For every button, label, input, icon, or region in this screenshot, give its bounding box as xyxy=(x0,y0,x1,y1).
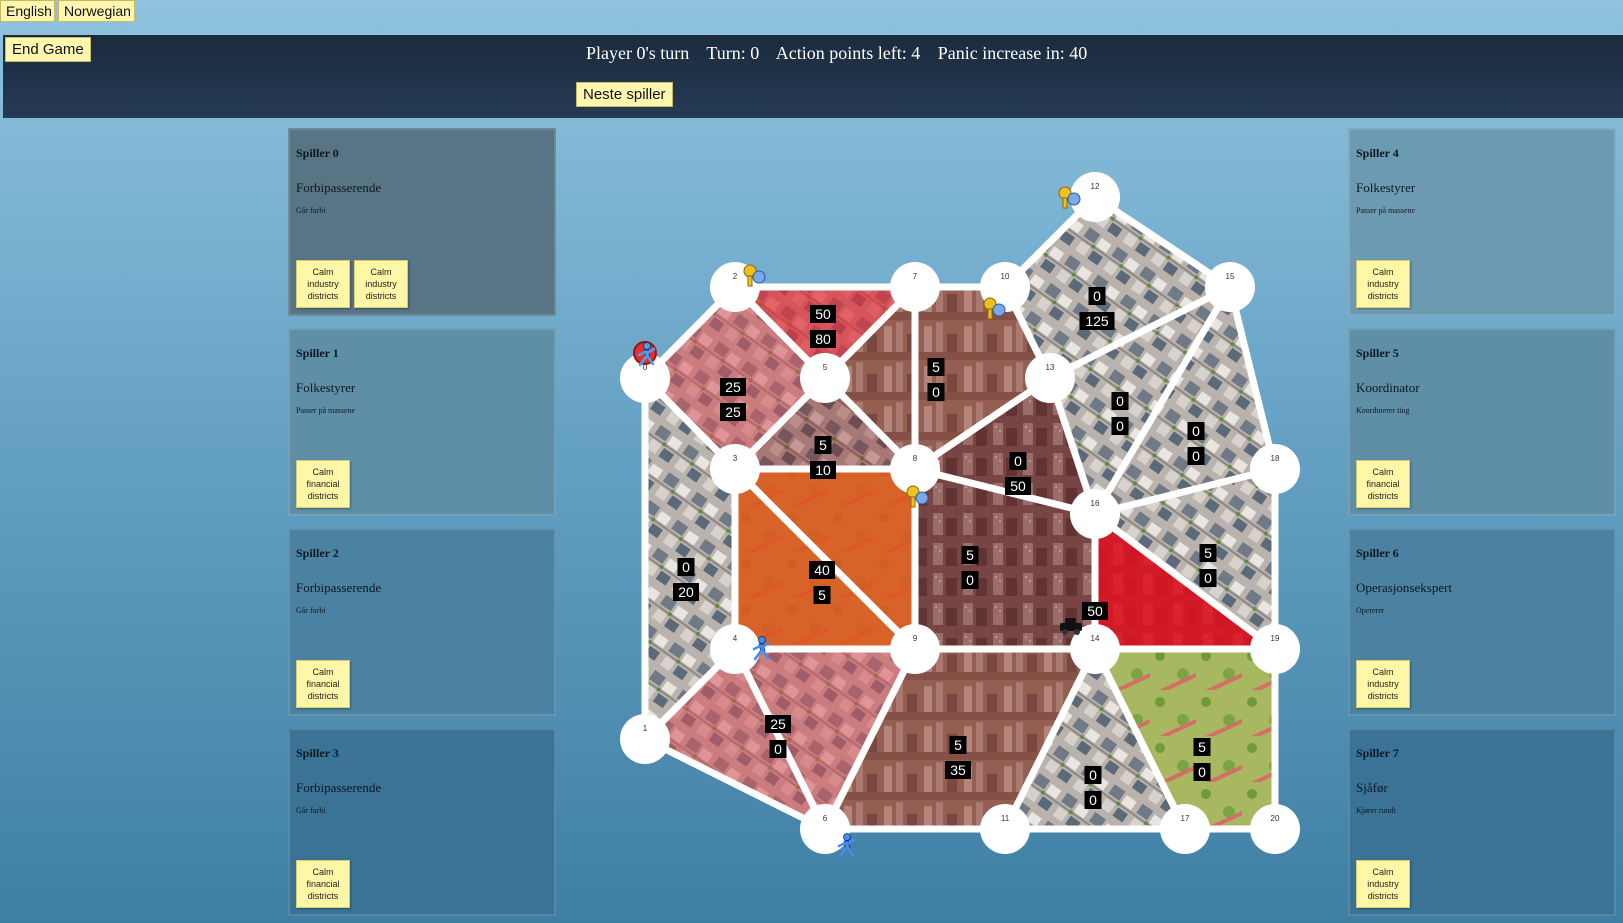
zone-value: 5 xyxy=(932,359,940,375)
zone-value: 0 xyxy=(682,559,690,575)
zone-panic-level: 0 xyxy=(774,741,782,757)
zone-value: 5 xyxy=(954,737,962,753)
map-node[interactable] xyxy=(710,624,760,674)
map-node-number: 18 xyxy=(1271,454,1280,463)
zone-value: 0 xyxy=(1093,288,1101,304)
zone-panic-level: 25 xyxy=(725,404,741,420)
map-node[interactable] xyxy=(1250,624,1300,674)
zone-value: 40 xyxy=(814,562,830,578)
map-node[interactable] xyxy=(890,262,940,312)
map-node[interactable] xyxy=(620,714,670,764)
zone-panic-level: 35 xyxy=(950,762,966,778)
zone-value: 50 xyxy=(1087,603,1103,619)
map-node[interactable] xyxy=(1160,804,1210,854)
map-node[interactable] xyxy=(1250,444,1300,494)
zone-panic-level: 10 xyxy=(815,462,831,478)
zone-panic-level: 0 xyxy=(1116,418,1124,434)
map-node-number: 14 xyxy=(1091,634,1100,643)
map-node-number: 13 xyxy=(1046,363,1055,372)
zone-value: 0 xyxy=(1116,393,1124,409)
zone-panic-level: 0 xyxy=(1089,792,1097,808)
map-node-number: 17 xyxy=(1181,814,1190,823)
zone-value: 5 xyxy=(819,437,827,453)
map-node[interactable] xyxy=(800,804,850,854)
game-board: 5080252550012551005000 00020405505050250 5… xyxy=(620,172,1300,858)
map-node[interactable] xyxy=(710,444,760,494)
zone-panic-level: 0 xyxy=(1192,448,1200,464)
map-node[interactable] xyxy=(1070,489,1120,539)
map-node-number: 9 xyxy=(913,634,918,643)
map-node-number: 16 xyxy=(1091,499,1100,508)
zone-value: 5 xyxy=(966,547,974,563)
zone-value: 25 xyxy=(770,716,786,732)
zone-value: 0 xyxy=(1014,453,1022,469)
zone-panic-level: 0 xyxy=(932,384,940,400)
map-node-number: 5 xyxy=(823,363,828,372)
map-node[interactable] xyxy=(890,624,940,674)
map-node-number: 20 xyxy=(1271,814,1280,823)
map-node-number: 8 xyxy=(913,454,918,463)
zone-panic-level: 50 xyxy=(1010,478,1026,494)
zone-value: 50 xyxy=(815,306,831,322)
map-node-number: 4 xyxy=(733,634,738,643)
zone-panic-level: 0 xyxy=(1204,570,1212,586)
map-node-number: 6 xyxy=(823,814,828,823)
map-node[interactable] xyxy=(800,353,850,403)
zone-value: 0 xyxy=(1089,767,1097,783)
zone-panic-level: 125 xyxy=(1085,313,1109,329)
zone-value: 0 xyxy=(1192,423,1200,439)
map-node[interactable] xyxy=(1250,804,1300,854)
map-node-number: 19 xyxy=(1271,634,1280,643)
zone-panic-level: 80 xyxy=(815,331,831,347)
zone-panic-level: 20 xyxy=(678,584,694,600)
zone-panic-level: 5 xyxy=(818,587,826,603)
map-node-number: 1 xyxy=(643,724,648,733)
zone-value: 25 xyxy=(725,379,741,395)
map-node-number: 12 xyxy=(1091,182,1100,191)
map-node[interactable] xyxy=(1025,353,1075,403)
map-node[interactable] xyxy=(1205,262,1255,312)
map-node-number: 7 xyxy=(913,272,918,281)
map-node-number: 10 xyxy=(1001,272,1010,281)
zone-value: 5 xyxy=(1198,739,1206,755)
map-node-number: 15 xyxy=(1226,272,1235,281)
map-node-number: 2 xyxy=(733,272,738,281)
zone-panic-level: 0 xyxy=(1198,764,1206,780)
map-node[interactable] xyxy=(980,804,1030,854)
zone-panic-level: 0 xyxy=(966,572,974,588)
map-node-number: 11 xyxy=(1001,814,1010,823)
zone-value: 5 xyxy=(1204,545,1212,561)
map-node-number: 3 xyxy=(733,454,738,463)
